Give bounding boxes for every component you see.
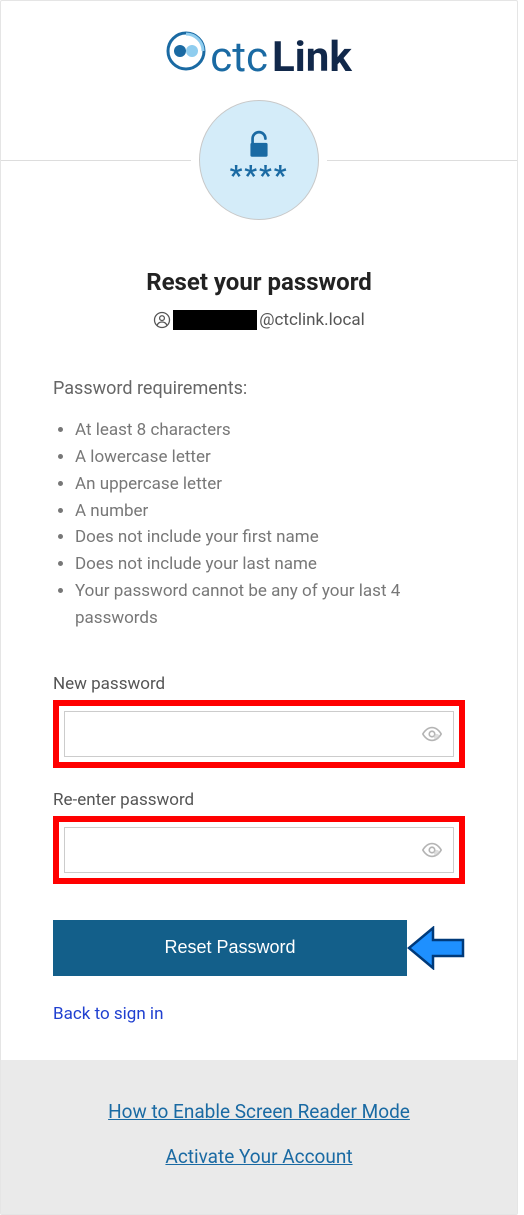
requirements-list: At least 8 characters A lowercase letter…: [53, 417, 465, 632]
show-password-icon[interactable]: [421, 839, 443, 861]
logo-text-link: Link: [272, 33, 352, 82]
new-password-field-wrap: [64, 711, 454, 757]
reset-password-button[interactable]: Reset Password: [53, 920, 407, 976]
new-password-input[interactable]: [75, 712, 421, 756]
logo: ctcLink: [1, 31, 517, 82]
new-password-label: New password: [53, 674, 465, 694]
requirement-item: A number: [75, 498, 465, 525]
user-domain: @ctclink.local: [259, 310, 365, 330]
unlock-icon: [246, 130, 272, 160]
logo-swirl-icon: [166, 31, 206, 71]
divider-with-badge: ****: [1, 100, 517, 220]
main-card: ctcLink **** Reset your password @ctclin…: [0, 0, 518, 1215]
username-redacted: [173, 310, 257, 330]
requirement-item: Your password cannot be any of your last…: [75, 578, 465, 632]
screen-reader-link[interactable]: How to Enable Screen Reader Mode: [1, 1100, 517, 1123]
divider-left: [1, 160, 191, 161]
highlight-annotation: [53, 700, 465, 768]
divider-right: [327, 160, 517, 161]
requirement-item: Does not include your first name: [75, 524, 465, 551]
page-title: Reset your password: [1, 268, 517, 296]
reenter-password-input[interactable]: [75, 828, 421, 872]
header-section: ctcLink **** Reset your password @ctclin…: [1, 1, 517, 330]
logo-text-ctc: ctc: [210, 33, 268, 82]
requirement-item: An uppercase letter: [75, 471, 465, 498]
requirement-item: At least 8 characters: [75, 417, 465, 444]
arrow-annotation-icon: [405, 926, 465, 970]
reenter-password-field-wrap: [64, 827, 454, 873]
back-to-sign-in-link[interactable]: Back to sign in: [53, 1004, 163, 1024]
requirement-item: A lowercase letter: [75, 444, 465, 471]
asterisks-icon: ****: [230, 162, 289, 190]
user-icon: [153, 311, 171, 329]
requirement-item: Does not include your last name: [75, 551, 465, 578]
user-identity-row: @ctclink.local: [1, 310, 517, 330]
highlight-annotation: [53, 816, 465, 884]
button-row: Reset Password: [53, 920, 465, 976]
content-section: Password requirements: At least 8 charac…: [1, 378, 517, 1060]
requirements-heading: Password requirements:: [53, 378, 465, 399]
show-password-icon[interactable]: [421, 723, 443, 745]
password-badge: ****: [199, 100, 319, 220]
activate-account-link[interactable]: Activate Your Account: [1, 1145, 517, 1168]
footer: How to Enable Screen Reader Mode Activat…: [1, 1060, 517, 1214]
reenter-password-label: Re-enter password: [53, 790, 465, 810]
